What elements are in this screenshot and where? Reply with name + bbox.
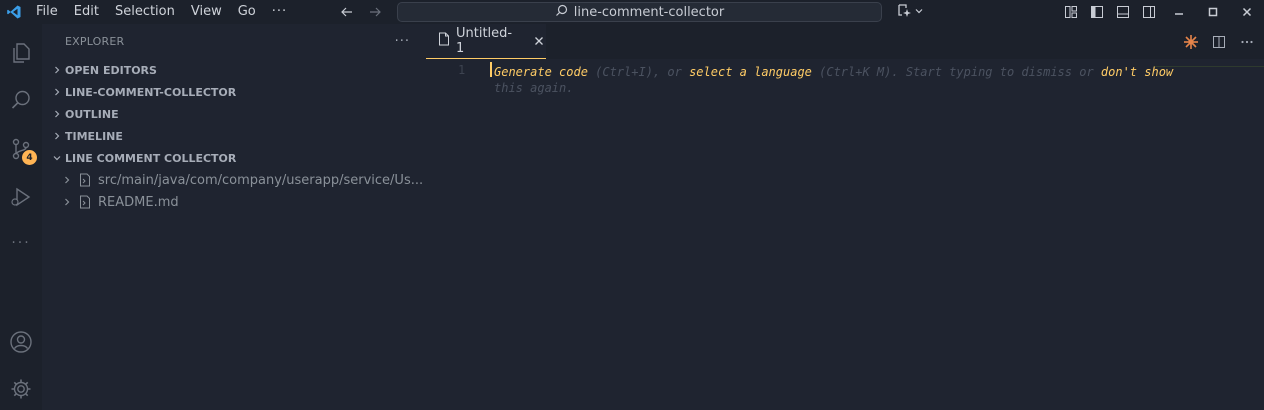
editor-area: Untitled-1 1 Generate code (Ctrl+I), or … (426, 24, 1264, 410)
hint-text: (Ctrl+I), or (587, 65, 690, 79)
file-icon (78, 173, 92, 187)
window-controls (1058, 0, 1264, 24)
section-timeline[interactable]: TIMELINE (42, 125, 426, 147)
more-views-button[interactable]: ··· (0, 222, 42, 264)
explorer-header: EXPLORER ··· (42, 24, 426, 59)
vscode-logo-icon (0, 0, 28, 24)
tree-item-java-file[interactable]: src/main/java/com/company/userapp/servic… (42, 169, 426, 191)
section-label: OPEN EDITORS (65, 63, 157, 77)
editor-actions (1180, 24, 1264, 59)
explorer-sidebar: EXPLORER ··· OPEN EDITORS LINE-COMMENT-C… (42, 24, 426, 410)
toggle-panel-icon[interactable] (1110, 0, 1136, 24)
chat-sparkle-icon[interactable] (1180, 31, 1202, 53)
section-label: OUTLINE (65, 107, 119, 121)
chevron-right-icon (60, 173, 74, 187)
chevron-right-icon (50, 107, 64, 121)
tab-untitled-1[interactable]: Untitled-1 (426, 24, 546, 59)
copilot-sparkle-icon (896, 2, 912, 22)
chevron-right-icon (50, 129, 64, 143)
section-project-folder[interactable]: LINE-COMMENT-COLLECTOR (42, 81, 426, 103)
menu-more-button[interactable]: ··· (264, 0, 295, 24)
close-icon[interactable] (532, 34, 546, 48)
account-icon[interactable] (0, 321, 42, 363)
file-label: README.md (98, 194, 179, 210)
hint-text: this again. (494, 81, 574, 95)
section-outline[interactable]: OUTLINE (42, 103, 426, 125)
search-icon[interactable] (0, 79, 42, 121)
title-bar: File Edit Selection View Go ··· line-com… (0, 0, 1264, 24)
generate-code-link[interactable]: Generate code (494, 65, 588, 79)
back-arrow-icon[interactable] (340, 5, 354, 19)
hint-text: (Ctrl+K M). Start typing to dismiss or (811, 65, 1101, 79)
menu-bar: File Edit Selection View Go ··· (28, 0, 295, 24)
command-center-search[interactable]: line-comment-collector (397, 2, 882, 22)
chevron-right-icon (50, 85, 64, 99)
run-debug-icon[interactable] (0, 176, 42, 218)
files-icon[interactable] (0, 32, 42, 74)
tree-item-readme[interactable]: README.md (42, 191, 426, 213)
menu-file[interactable]: File (28, 0, 66, 24)
chevron-down-icon (914, 5, 924, 20)
search-icon (555, 4, 568, 21)
explorer-more-button[interactable]: ··· (395, 34, 410, 49)
source-control-icon[interactable] (0, 128, 42, 170)
explorer-title: EXPLORER (65, 35, 125, 48)
menu-go[interactable]: Go (230, 0, 264, 24)
line-number: 1 (458, 63, 466, 77)
section-label: TIMELINE (65, 129, 123, 143)
more-actions-icon[interactable] (1236, 31, 1258, 53)
chevron-right-icon (50, 63, 64, 77)
section-line-comment-collector[interactable]: LINE COMMENT COLLECTOR (42, 147, 426, 169)
file-icon (78, 195, 92, 209)
minimize-icon[interactable] (1162, 0, 1196, 24)
file-label: src/main/java/com/company/userapp/servic… (98, 172, 424, 188)
section-label: LINE-COMMENT-COLLECTOR (65, 85, 237, 99)
code-editor[interactable]: 1 Generate code (Ctrl+I), or select a la… (426, 59, 1264, 410)
section-label: LINE COMMENT COLLECTOR (65, 151, 237, 165)
chevron-right-icon (60, 195, 74, 209)
activity-bar: 4 ··· (0, 24, 42, 410)
dont-show-link[interactable]: don't show (1101, 65, 1173, 79)
menu-selection[interactable]: Selection (107, 0, 183, 24)
chevron-down-icon (50, 151, 64, 165)
file-icon (438, 32, 450, 50)
editor-tabs: Untitled-1 (426, 24, 1264, 59)
copilot-menu-button[interactable] (896, 3, 924, 21)
close-window-icon[interactable] (1230, 0, 1264, 24)
select-language-link[interactable]: select a language (689, 65, 812, 79)
toggle-primary-sidebar-icon[interactable] (1084, 0, 1110, 24)
command-center-label: line-comment-collector (573, 4, 725, 20)
tab-label: Untitled-1 (456, 26, 513, 56)
split-editor-icon[interactable] (1208, 31, 1230, 53)
text-cursor (490, 62, 492, 77)
section-open-editors[interactable]: OPEN EDITORS (42, 59, 426, 81)
empty-editor-hint: Generate code (Ctrl+I), or select a lang… (494, 64, 1260, 96)
menu-view[interactable]: View (183, 0, 230, 24)
forward-arrow-icon[interactable] (368, 5, 382, 19)
source-control-badge: 4 (22, 150, 37, 165)
customize-layout-icon[interactable] (1058, 0, 1084, 24)
menu-edit[interactable]: Edit (66, 0, 107, 24)
toggle-secondary-sidebar-icon[interactable] (1136, 0, 1162, 24)
navigation-controls (340, 0, 382, 24)
maximize-icon[interactable] (1196, 0, 1230, 24)
settings-gear-icon[interactable] (0, 368, 42, 410)
